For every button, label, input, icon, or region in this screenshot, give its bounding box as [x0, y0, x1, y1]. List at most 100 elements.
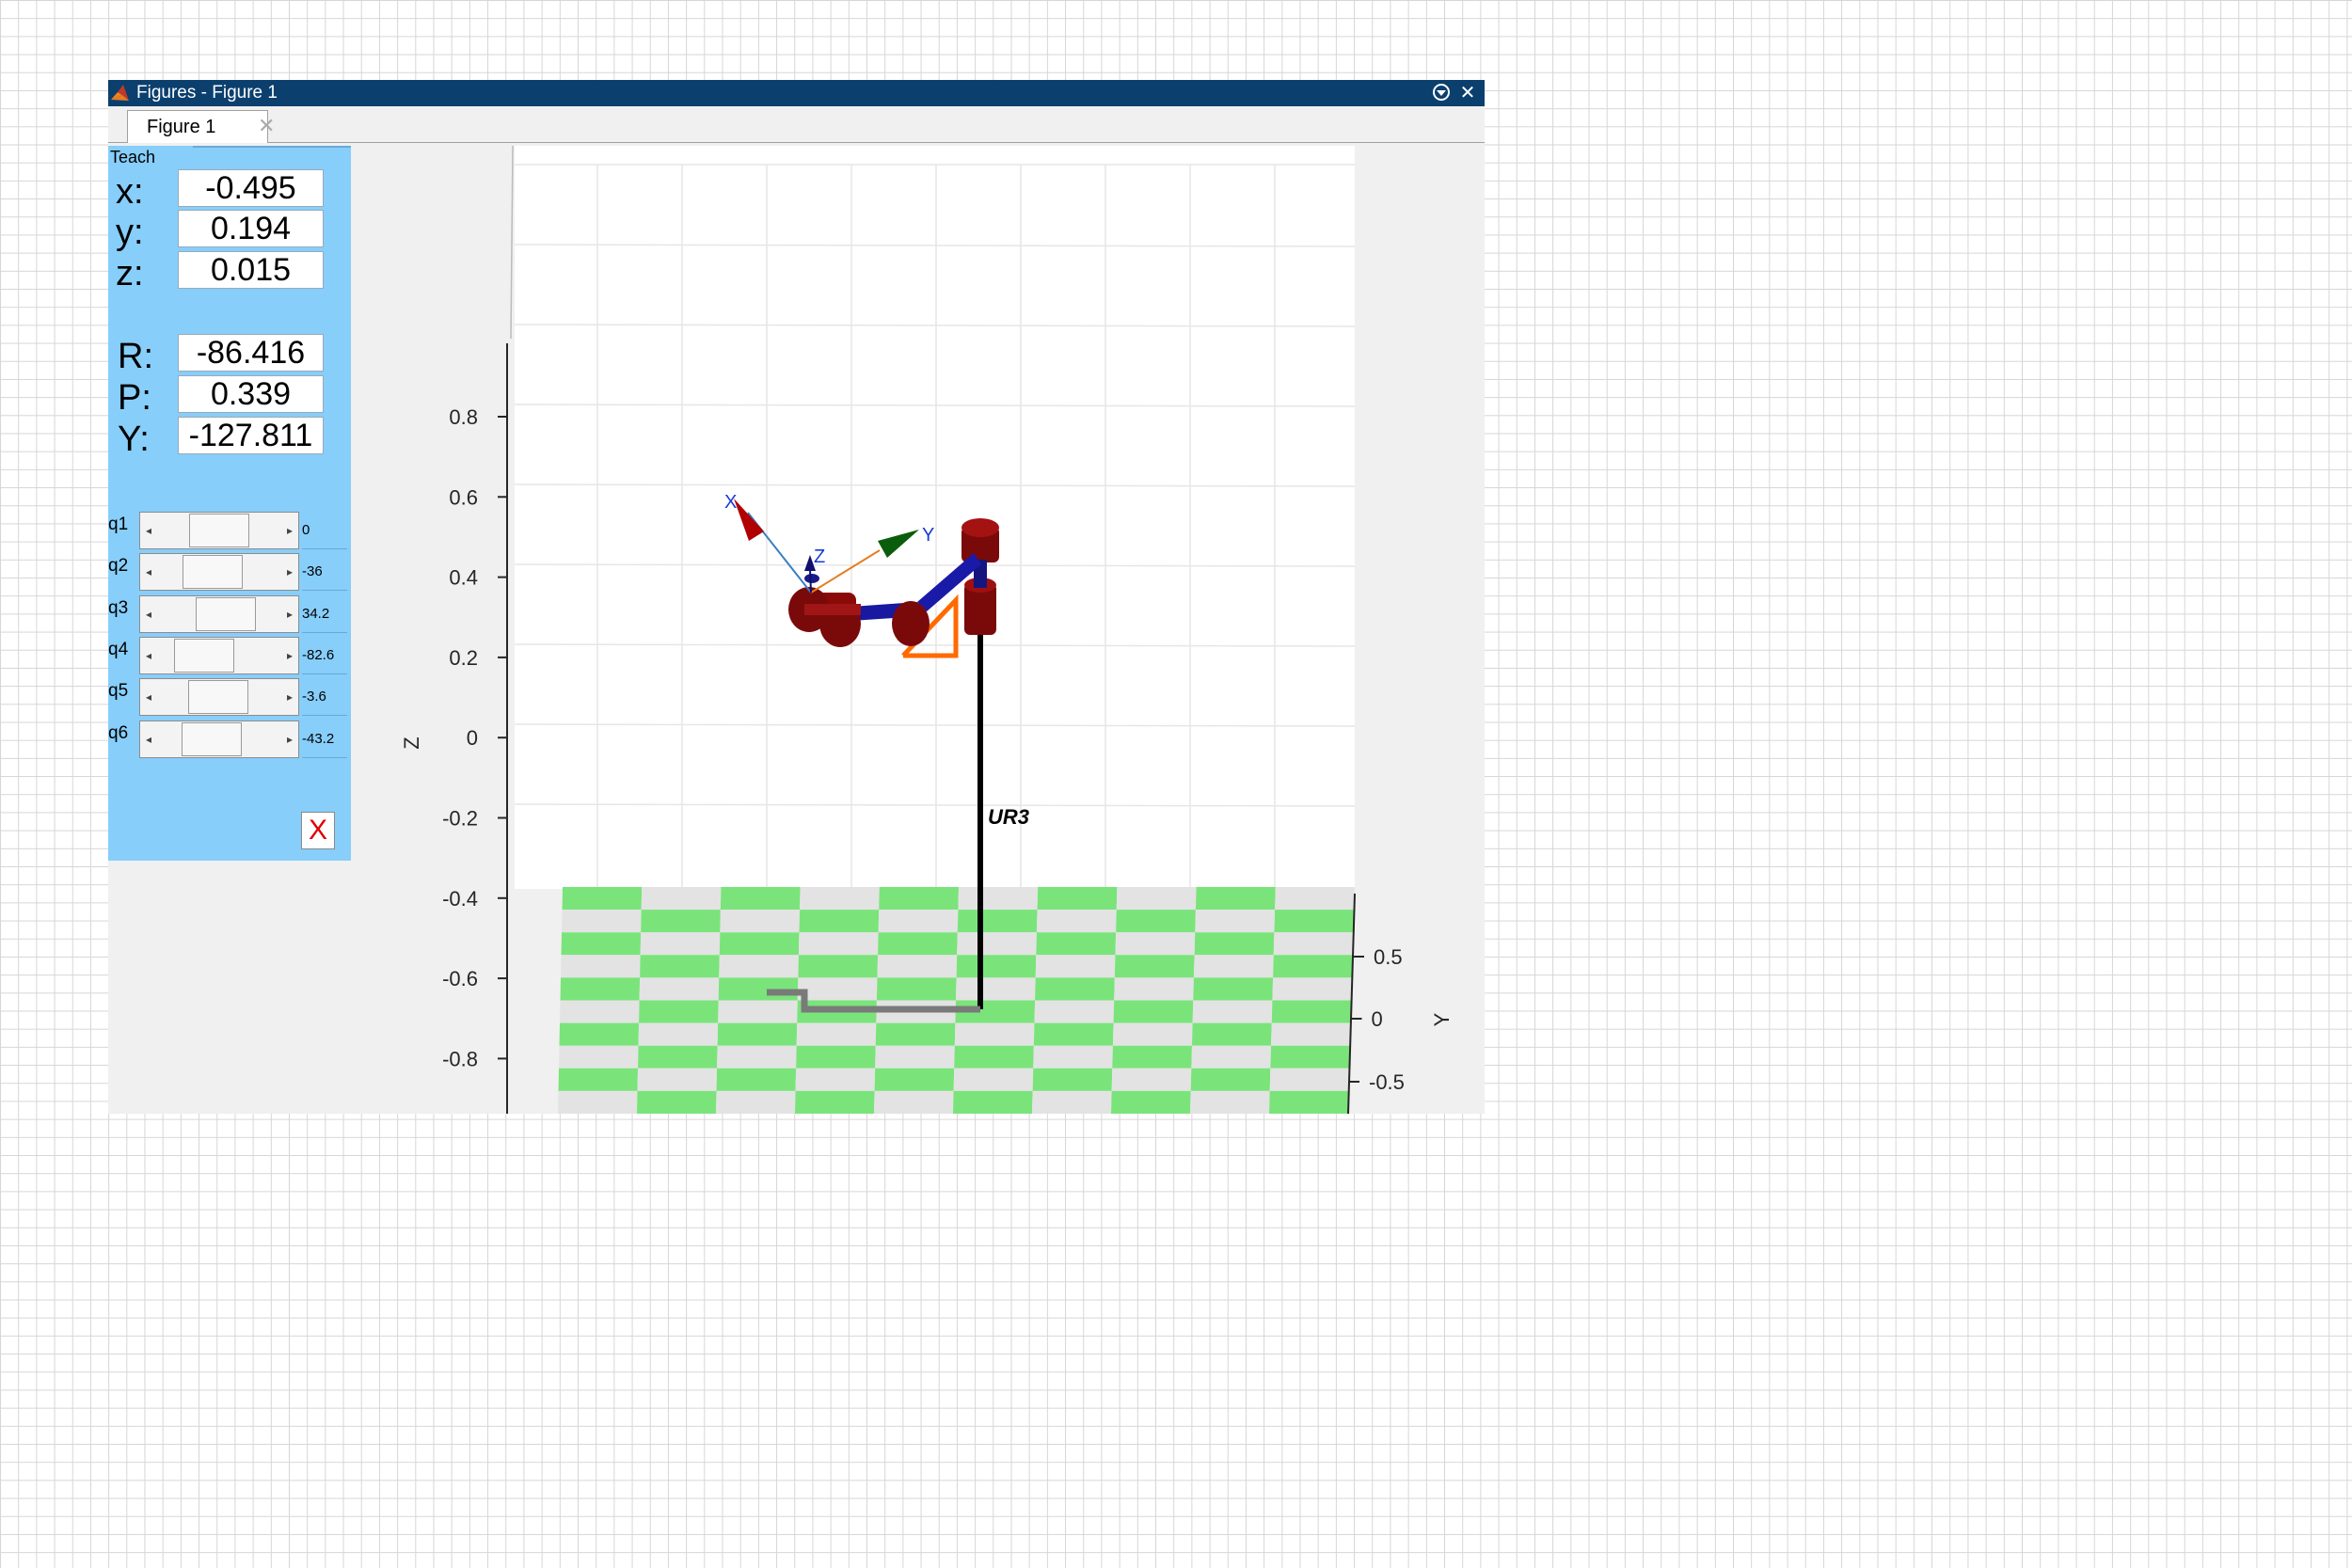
- floor-tile: [956, 955, 1037, 978]
- floor-tile: [1273, 955, 1353, 978]
- slider-thumb[interactable]: [182, 721, 242, 756]
- floor-tile: [956, 977, 1036, 1001]
- z-tick-label: 0: [467, 726, 478, 750]
- floor-tile: [874, 1090, 954, 1114]
- floor-tile: [1115, 932, 1196, 956]
- floor-tile: [1114, 955, 1195, 978]
- z-value-field: 0.015: [178, 251, 324, 289]
- slider-thumb[interactable]: [183, 555, 243, 590]
- joint-slider-q3[interactable]: ◂ ▸: [139, 594, 299, 633]
- floor-tile: [717, 1045, 797, 1069]
- floor-tile: [954, 1045, 1034, 1069]
- slider-right-arrow-icon[interactable]: ▸: [281, 721, 298, 757]
- robot-name-label: UR3: [988, 805, 1029, 829]
- joint-value-q2: -36: [302, 553, 347, 592]
- z-tick-label: 0.4: [449, 566, 478, 590]
- floor-tile: [1111, 1090, 1191, 1114]
- floor-tile: [1032, 1068, 1113, 1091]
- slider-right-arrow-icon[interactable]: ▸: [281, 513, 298, 548]
- joint-slider-q4[interactable]: ◂ ▸: [139, 636, 299, 674]
- z-tick-label: -0.4: [442, 887, 478, 911]
- floor-tile: [1191, 1045, 1272, 1069]
- floor-tile: [1269, 1090, 1349, 1114]
- floor-tile: [1035, 955, 1116, 978]
- floor-tile: [954, 1022, 1035, 1046]
- floor-tile: [1274, 910, 1355, 933]
- floor-tile: [1195, 910, 1276, 933]
- slider-thumb[interactable]: [174, 638, 234, 673]
- floor-tile: [1034, 1000, 1115, 1023]
- joint-label-q1: q1: [108, 515, 129, 534]
- y-axis-label: Y: [1430, 1012, 1454, 1026]
- floor-tile: [798, 932, 879, 956]
- floor-tile: [560, 1000, 640, 1023]
- joint-label-q3: q3: [108, 597, 129, 618]
- floor-tile: [874, 1068, 955, 1091]
- floor-tile: [875, 1022, 956, 1046]
- floor-tile: [1112, 1022, 1193, 1046]
- floor-tile: [562, 910, 642, 933]
- floor-tile: [1036, 932, 1117, 956]
- floor-tile: [561, 955, 641, 978]
- floor-tile: [953, 1068, 1034, 1091]
- floor-tile: [560, 977, 641, 1001]
- floor-tile: [796, 1045, 876, 1069]
- floor-tile: [878, 932, 958, 956]
- slider-right-arrow-icon[interactable]: ▸: [281, 596, 298, 632]
- slider-right-arrow-icon[interactable]: ▸: [281, 554, 298, 590]
- slider-left-arrow-icon[interactable]: ◂: [140, 596, 157, 632]
- joint-slider-q2[interactable]: ◂ ▸: [139, 553, 299, 592]
- y-value-field: 0.194: [178, 210, 324, 247]
- joint-slider-q5[interactable]: ◂ ▸: [139, 678, 299, 717]
- floor-tile: [875, 1045, 955, 1069]
- floor-tile: [957, 932, 1037, 956]
- joint-label-q6: q6: [108, 722, 129, 743]
- slider-thumb[interactable]: [189, 514, 249, 547]
- joint-slider-q6[interactable]: ◂ ▸: [139, 720, 299, 758]
- floor-tile: [957, 910, 1038, 933]
- floor-tile: [1111, 1068, 1192, 1091]
- slider-left-arrow-icon[interactable]: ◂: [140, 554, 157, 590]
- joint-label-q4: q4: [108, 639, 129, 659]
- floor-tile: [1190, 1090, 1270, 1114]
- z-tick-label: -0.8: [442, 1047, 478, 1070]
- teach-panel-border: [193, 146, 351, 148]
- floor-tile: [1271, 1000, 1352, 1023]
- floor-tile: [1033, 1022, 1114, 1046]
- joint-value-q6: -43.2: [302, 720, 347, 758]
- floor-tile: [1273, 932, 1354, 956]
- slider-thumb[interactable]: [196, 596, 256, 631]
- floor-tile: [1037, 887, 1118, 911]
- joint-value-q5: -3.6: [302, 678, 347, 717]
- slider-left-arrow-icon[interactable]: ◂: [140, 721, 157, 757]
- floor-tile: [1194, 932, 1275, 956]
- z-axis-label: Z: [400, 736, 423, 749]
- slider-thumb[interactable]: [188, 680, 248, 715]
- floor-tile: [718, 977, 799, 1001]
- floor-tile: [1190, 1068, 1271, 1091]
- joint-slider-q1[interactable]: ◂ ▸: [139, 512, 299, 549]
- slider-left-arrow-icon[interactable]: ◂: [140, 638, 157, 673]
- z-tick-label: 0.6: [449, 485, 478, 509]
- frame-z-label: Z: [814, 546, 825, 567]
- joint-value-q3: 34.2: [302, 594, 347, 633]
- floor-tile: [1035, 977, 1115, 1001]
- slider-left-arrow-icon[interactable]: ◂: [140, 513, 157, 548]
- slider-left-arrow-icon[interactable]: ◂: [140, 679, 157, 715]
- floor-tile: [559, 1045, 639, 1069]
- floor-tile: [1112, 1045, 1192, 1069]
- floor-tile: [1192, 1000, 1273, 1023]
- slider-right-arrow-icon[interactable]: ▸: [281, 679, 298, 715]
- y-tick-label: 0: [1372, 1007, 1383, 1031]
- floor-tile: [797, 977, 878, 1001]
- plot-back-wall: [515, 146, 1355, 889]
- y-tick-label: -0.5: [1369, 1070, 1405, 1094]
- pitch-label: P:: [118, 378, 151, 418]
- yaw-value-field: -127.811: [178, 417, 324, 454]
- slider-right-arrow-icon[interactable]: ▸: [281, 638, 298, 673]
- teach-close-button[interactable]: X: [301, 812, 335, 849]
- floor-tile: [720, 910, 801, 933]
- floor-tile: [562, 887, 643, 911]
- floor-tile: [878, 910, 959, 933]
- floor-tile: [559, 1022, 640, 1046]
